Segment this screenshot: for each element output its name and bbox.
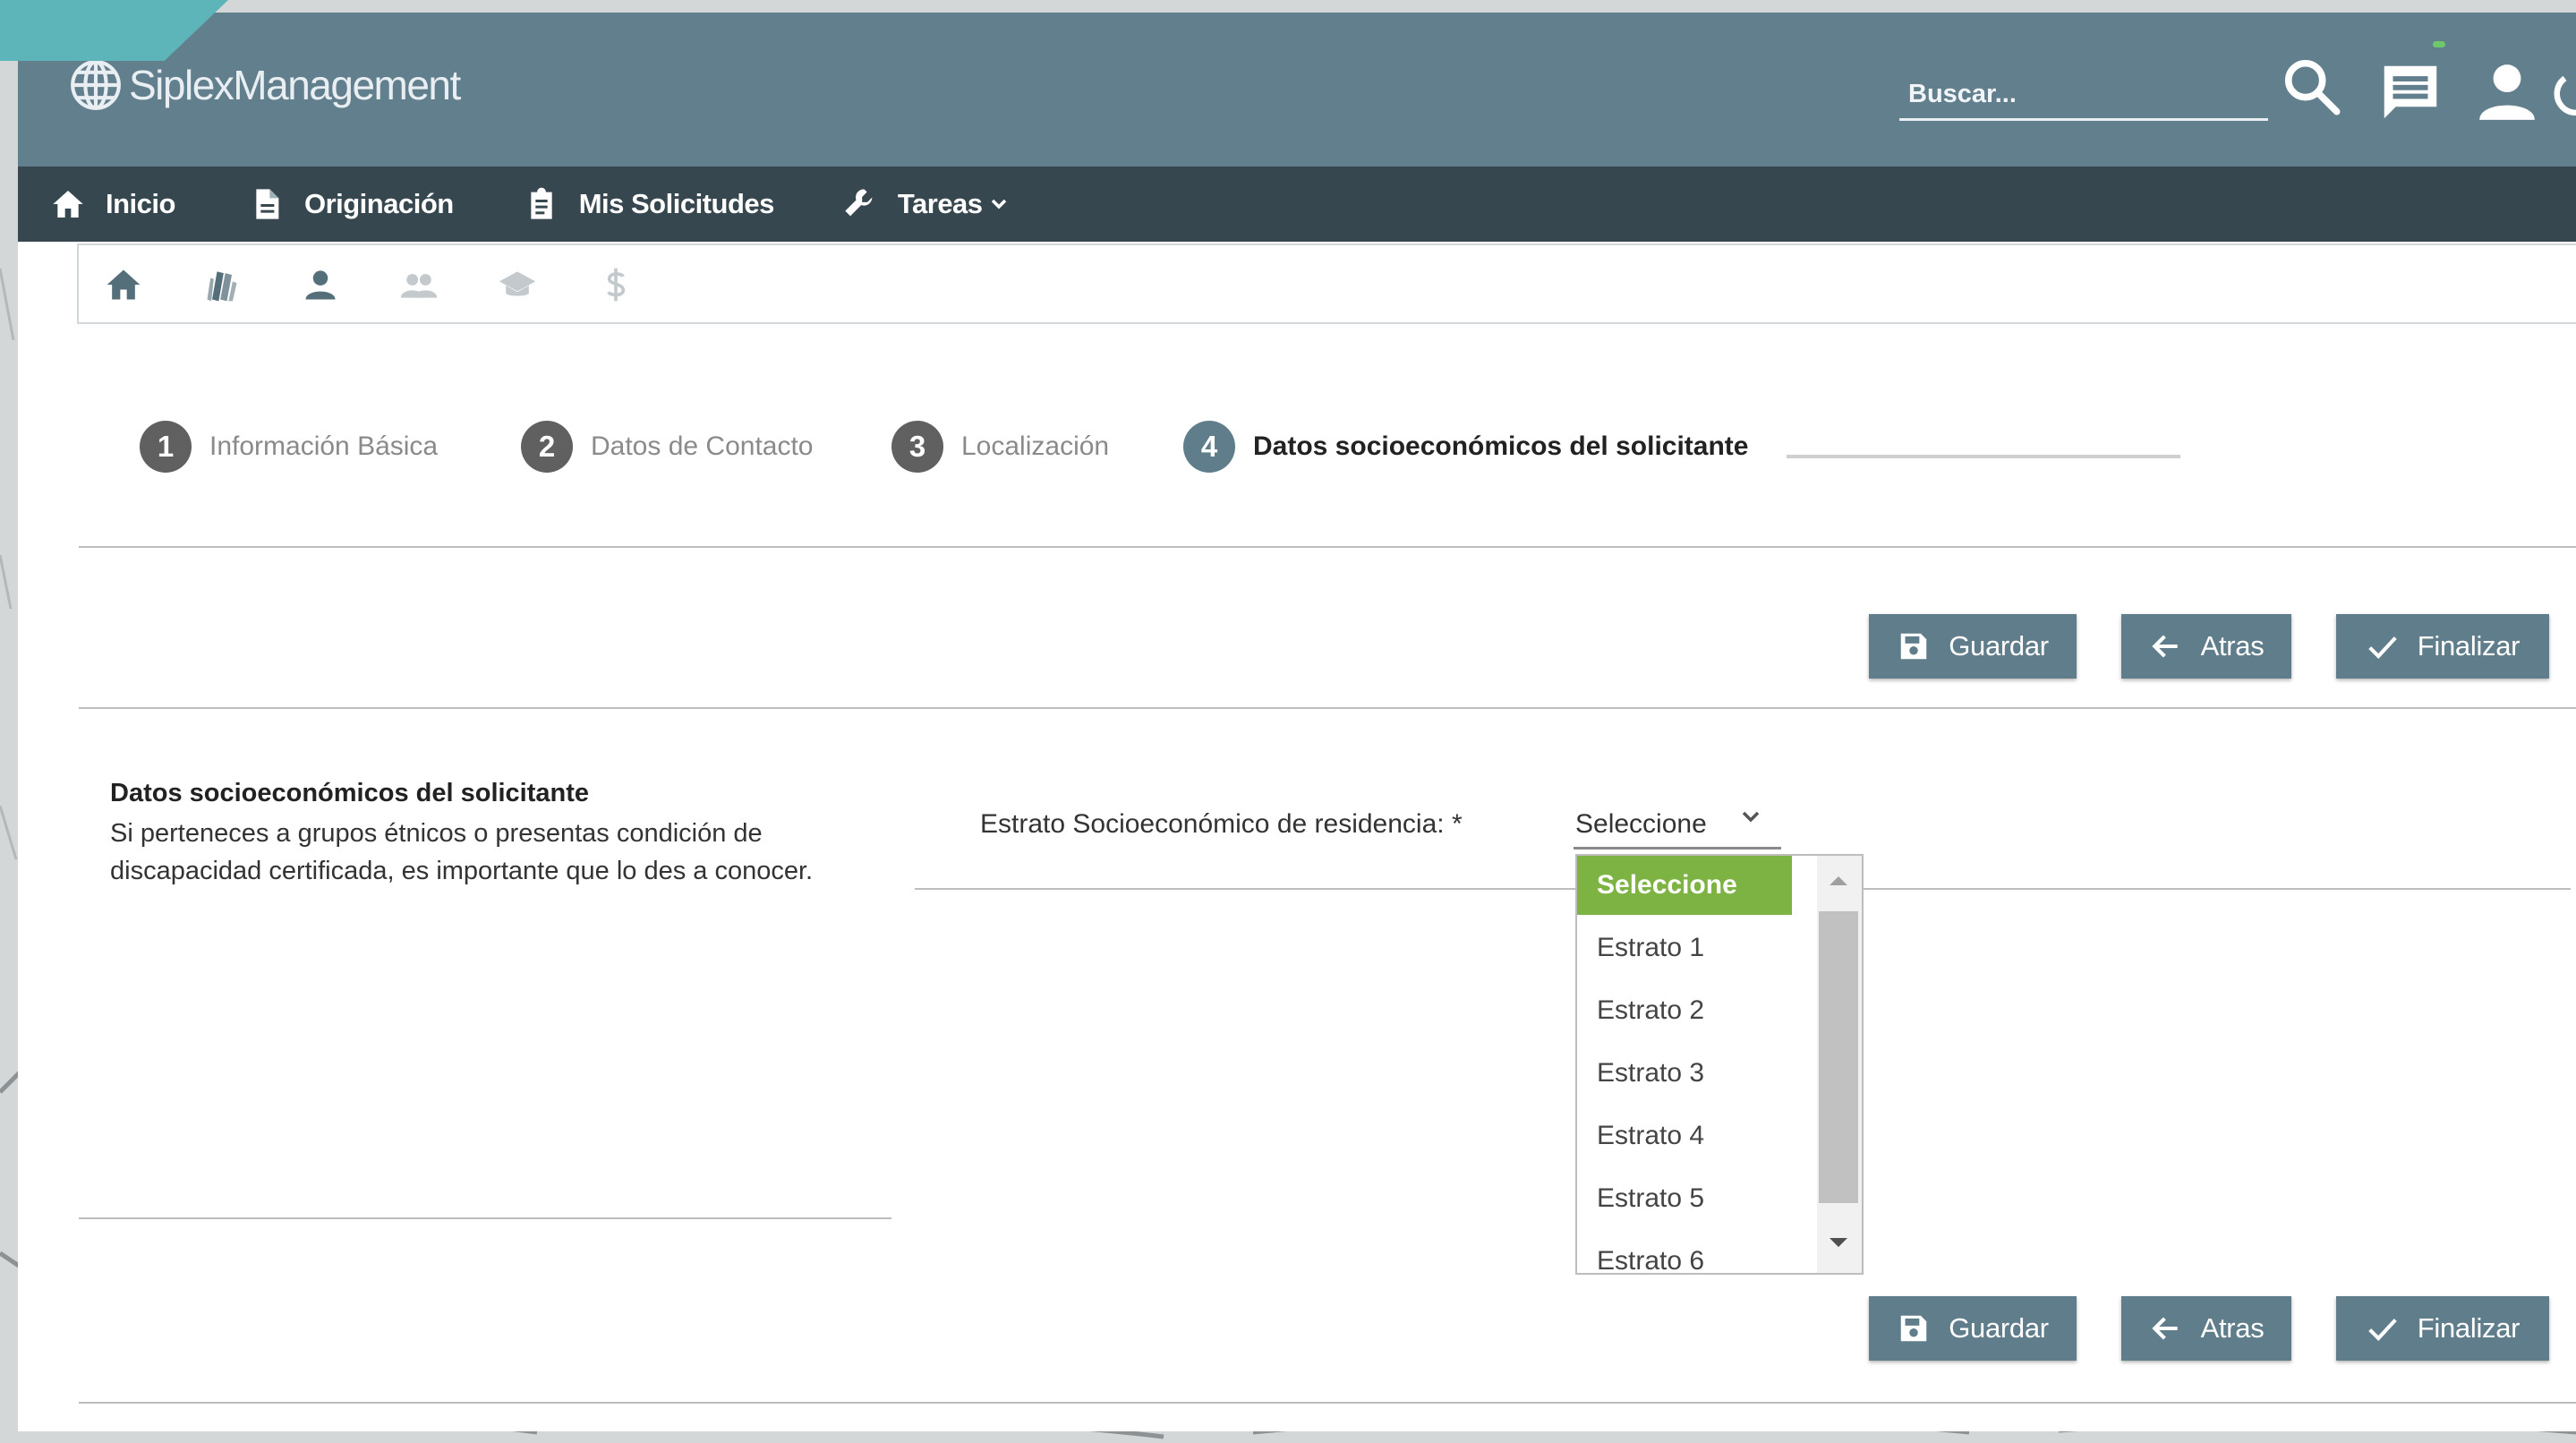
option-estrato-3[interactable]: Estrato 3 <box>1577 1044 1792 1103</box>
section-title: Datos socioeconómicos del solicitante <box>110 779 590 807</box>
books-icon <box>207 271 237 302</box>
step-number: 2 <box>521 421 573 473</box>
people-icon <box>400 274 438 298</box>
brand-logo[interactable]: SiplexManagement <box>68 57 461 113</box>
chevron-down-icon[interactable] <box>1736 802 1765 831</box>
check-icon <box>2368 636 2397 660</box>
dollar-icon <box>607 268 626 302</box>
arrow-left-icon <box>2151 1317 2178 1340</box>
chevron-down-icon <box>991 199 1006 209</box>
step-number: 1 <box>140 421 192 473</box>
nav-label: Originación <box>303 188 454 219</box>
person-icon <box>305 270 336 300</box>
save-button[interactable]: Guardar <box>1869 614 2077 679</box>
select-underline <box>1574 847 1781 850</box>
scrollbar-thumb[interactable] <box>1819 911 1858 1203</box>
option-estrato-6[interactable]: Estrato 6 <box>1577 1232 1792 1273</box>
step-1[interactable]: 1 Información Básica <box>140 421 438 473</box>
step-4[interactable]: 4 Datos socioeconómicos del solicitante <box>1183 421 1748 473</box>
nav-item-originacion[interactable]: Originación <box>249 166 454 242</box>
nav-item-inicio[interactable]: Inicio <box>50 166 175 242</box>
home-icon <box>107 269 141 300</box>
app-window: SiplexManagement Buscar... Inicio Origin… <box>18 13 2576 1431</box>
top-header: SiplexManagement <box>18 13 2576 166</box>
brand-name: SiplexManagement <box>129 62 461 108</box>
floppy-disk-icon <box>1900 1315 1927 1342</box>
globe-icon <box>71 60 121 110</box>
scroll-down-icon[interactable] <box>1821 1225 1856 1260</box>
tab-person[interactable] <box>301 265 340 304</box>
button-label: Guardar <box>1949 1312 2049 1344</box>
tab-home[interactable] <box>104 265 143 304</box>
section-description: Si perteneces a grupos étnicos o present… <box>110 819 814 885</box>
option-seleccione[interactable]: Seleccione <box>1577 856 1792 915</box>
step-label: Localización <box>961 431 1110 461</box>
tab-finance[interactable] <box>596 265 635 304</box>
button-label: Atras <box>2200 630 2265 662</box>
divider <box>79 546 2576 548</box>
main-nav: Inicio Originación Mis Solicitudes Tarea… <box>18 166 2576 242</box>
button-label: Finalizar <box>2417 1312 2521 1344</box>
option-estrato-1[interactable]: Estrato 1 <box>1577 918 1792 978</box>
section-icon-tabs <box>77 243 2576 324</box>
divider <box>79 707 2576 709</box>
search-icon[interactable] <box>2281 56 2343 118</box>
power-icon[interactable] <box>2549 64 2576 124</box>
nav-label: Tareas <box>897 188 983 219</box>
step-2[interactable]: 2 Datos de Contacto <box>521 421 813 473</box>
step-label: Información Básica <box>209 431 439 461</box>
divider <box>79 1402 2576 1404</box>
option-estrato-5[interactable]: Estrato 5 <box>1577 1169 1792 1228</box>
back-button-bottom[interactable]: Atras <box>2121 1296 2291 1361</box>
step-label: Datos socioeconómicos del solicitante <box>1253 431 1749 461</box>
notification-dot <box>2433 41 2445 47</box>
arrow-left-icon <box>2151 635 2178 658</box>
divider <box>79 1217 891 1219</box>
floppy-disk-icon <box>1900 633 1927 660</box>
tab-education[interactable] <box>498 265 537 304</box>
chat-icon[interactable] <box>2376 57 2445 127</box>
user-icon[interactable] <box>2474 59 2540 125</box>
button-label: Guardar <box>1949 630 2049 662</box>
button-label: Finalizar <box>2417 630 2521 662</box>
search-input[interactable] <box>1899 70 2268 118</box>
home-icon <box>53 191 83 218</box>
step-number: 4 <box>1183 421 1235 473</box>
tab-books[interactable] <box>202 265 242 304</box>
nav-item-mis-solicitudes[interactable]: Mis Solicitudes <box>524 166 774 242</box>
search-box <box>1899 70 2268 121</box>
clipboard-icon <box>531 187 552 219</box>
step-connector <box>1787 455 2180 458</box>
finish-button-bottom[interactable]: Finalizar <box>2336 1296 2549 1361</box>
scroll-up-icon[interactable] <box>1821 863 1856 899</box>
graduation-cap-icon <box>499 271 536 296</box>
check-icon <box>2368 1319 2397 1342</box>
finish-button[interactable]: Finalizar <box>2336 614 2549 679</box>
estrato-field-label: Estrato Socioeconómico de residencia: * <box>980 809 1463 839</box>
option-estrato-4[interactable]: Estrato 4 <box>1577 1106 1792 1166</box>
back-button[interactable]: Atras <box>2121 614 2291 679</box>
wrench-icon <box>845 189 873 217</box>
button-label: Atras <box>2200 1312 2265 1344</box>
estrato-dropdown-list: Seleccione Estrato 1 Estrato 2 Estrato 3… <box>1575 854 1864 1275</box>
option-estrato-2[interactable]: Estrato 2 <box>1577 981 1792 1040</box>
document-icon <box>256 189 279 219</box>
save-button-bottom[interactable]: Guardar <box>1869 1296 2077 1361</box>
tab-people[interactable] <box>399 265 439 304</box>
estrato-select[interactable]: Seleccione <box>1575 809 1707 840</box>
nav-label: Inicio <box>106 188 175 219</box>
step-label: Datos de Contacto <box>591 431 814 461</box>
step-3[interactable]: 3 Localización <box>891 421 1109 473</box>
nav-label: Mis Solicitudes <box>578 188 775 219</box>
nav-item-tareas[interactable]: Tareas <box>842 166 1010 242</box>
step-number: 3 <box>891 421 943 473</box>
